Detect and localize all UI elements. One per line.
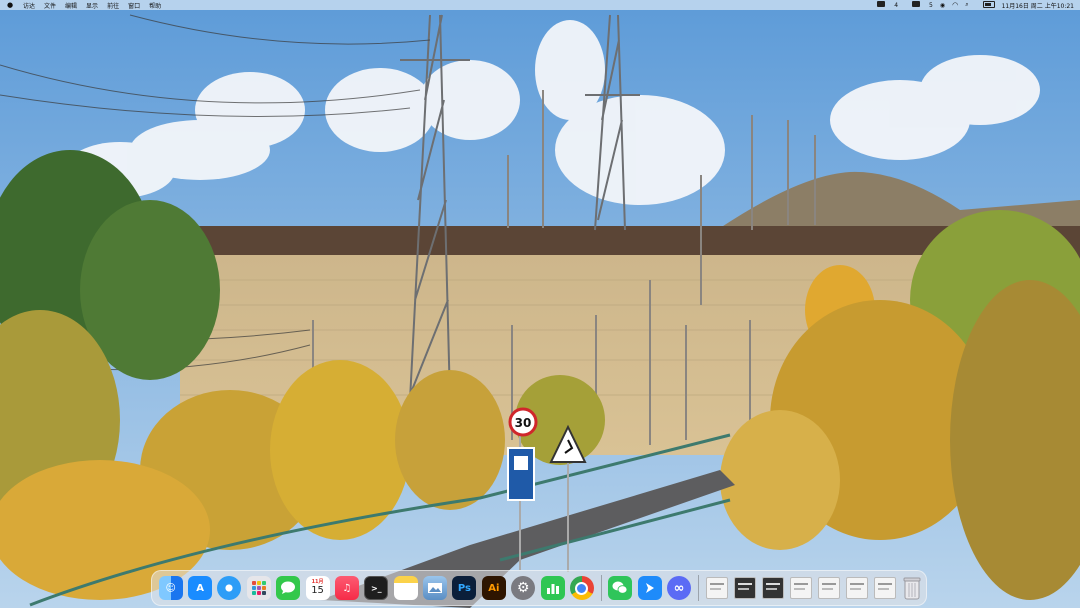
music-icon[interactable]: ♫ <box>334 576 359 600</box>
search-icon[interactable]: ⌕ <box>965 1 968 9</box>
wechat-icon[interactable] <box>608 576 633 600</box>
apple-icon[interactable]: ● <box>6 1 14 9</box>
menu-go[interactable]: 前往 <box>107 1 119 10</box>
badge-count: 5 <box>929 2 933 9</box>
messages-icon[interactable] <box>276 576 301 600</box>
link-app-icon[interactable]: ∞ <box>667 576 692 600</box>
menu-help[interactable]: 帮助 <box>149 1 161 10</box>
user-icon[interactable]: ◉ <box>940 2 945 9</box>
document-thumbnail[interactable] <box>845 577 868 599</box>
menu-window[interactable]: 窗口 <box>128 1 140 10</box>
menu-finder[interactable]: 访达 <box>23 1 35 10</box>
document-thumbnail[interactable] <box>733 577 756 599</box>
document-thumbnail[interactable] <box>817 577 840 599</box>
chrome-icon[interactable] <box>569 576 594 600</box>
document-thumbnail[interactable] <box>761 577 784 599</box>
dock: ☺ A 11月 15 ♫ >_ Ps Ai ⚙ ∞ <box>151 570 927 606</box>
photoshop-icon[interactable]: Ps <box>452 576 477 600</box>
control-center-icon[interactable] <box>976 0 995 10</box>
notes-icon[interactable] <box>393 576 418 600</box>
badge-count: 4 <box>894 2 899 9</box>
menu-view[interactable]: 显示 <box>86 1 98 10</box>
status-badge-2[interactable]: 5 <box>905 1 933 9</box>
preview-icon[interactable] <box>423 576 448 600</box>
dock-separator <box>697 575 699 601</box>
menu-edit[interactable]: 编辑 <box>65 1 77 10</box>
launchpad-icon[interactable] <box>246 576 271 600</box>
menu-file[interactable]: 文件 <box>44 1 56 10</box>
svg-text:30: 30 <box>515 416 532 430</box>
calendar-day: 15 <box>311 585 324 596</box>
clock[interactable]: 11月16日 周二 上午10:21 <box>1002 1 1074 10</box>
safari-icon[interactable] <box>217 576 242 600</box>
status-badge-1[interactable]: 4 <box>870 1 898 9</box>
calendar-icon[interactable]: 11月 15 <box>305 576 330 600</box>
trash-icon[interactable] <box>902 576 922 600</box>
menu-bar: ● 访达 文件 编辑 显示 前往 窗口 帮助 4 5 ◉ ◠ ⌕ 11月16日 … <box>0 0 1080 10</box>
system-preferences-icon[interactable]: ⚙ <box>511 576 536 600</box>
terminal-icon[interactable]: >_ <box>364 576 389 600</box>
finder-icon[interactable]: ☺ <box>158 576 183 600</box>
document-thumbnail[interactable] <box>705 577 728 599</box>
dock-separator <box>600 575 602 601</box>
document-thumbnail[interactable] <box>789 577 812 599</box>
app-store-icon[interactable]: A <box>188 576 213 600</box>
desktop-wallpaper: 30 <box>0 0 1080 608</box>
numbers-icon[interactable] <box>540 576 565 600</box>
feishu-icon[interactable] <box>637 576 662 600</box>
document-thumbnail[interactable] <box>873 577 896 599</box>
wifi-icon[interactable]: ◠ <box>952 1 958 9</box>
illustrator-icon[interactable]: Ai <box>481 576 506 600</box>
